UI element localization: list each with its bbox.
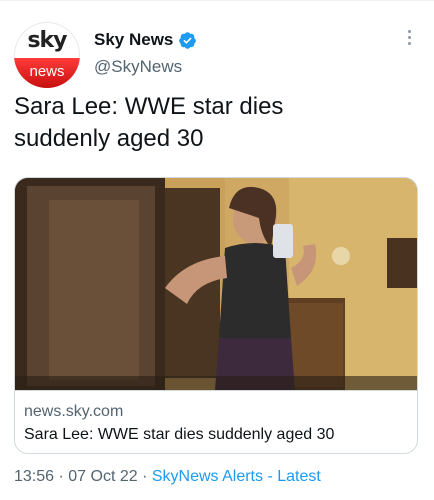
tweet-source-link[interactable]: SkyNews Alerts - Latest — [152, 468, 321, 485]
card-info[interactable]: news.sky.com Sara Lee: WWE star dies sud… — [15, 390, 417, 453]
tweet-text: Sara Lee: WWE star dies suddenly aged 30 — [14, 91, 414, 155]
card-image[interactable] — [15, 178, 418, 390]
tweet-meta: 13:56 · 07 Oct 22 · SkyNews Alerts - Lat… — [14, 468, 321, 486]
tweet-text-line-2: suddenly aged 30 — [14, 125, 204, 152]
meta-separator: · — [54, 468, 69, 485]
more-options-icon[interactable] — [406, 30, 412, 48]
link-card[interactable]: news.sky.com Sara Lee: WWE star dies sud… — [14, 177, 418, 454]
author-display-name[interactable]: Sky News — [94, 30, 173, 50]
avatar-sky-text: sky — [27, 28, 67, 53]
tweet-date[interactable]: 07 Oct 22 — [68, 468, 137, 485]
author-handle[interactable]: @SkyNews — [94, 57, 182, 77]
meta-separator: · — [137, 468, 152, 485]
avatar-news-text: news — [14, 58, 80, 88]
author-name-row[interactable]: Sky News — [94, 30, 197, 50]
tweet-time[interactable]: 13:56 — [14, 468, 54, 485]
card-title: Sara Lee: WWE star dies suddenly aged 30 — [24, 426, 335, 443]
top-divider — [0, 0, 434, 1]
card-domain: news.sky.com — [24, 403, 124, 420]
avatar[interactable]: sky news — [14, 22, 80, 88]
tweet-text-line-1: Sara Lee: WWE star dies — [14, 93, 284, 120]
verified-badge-icon — [179, 31, 197, 49]
